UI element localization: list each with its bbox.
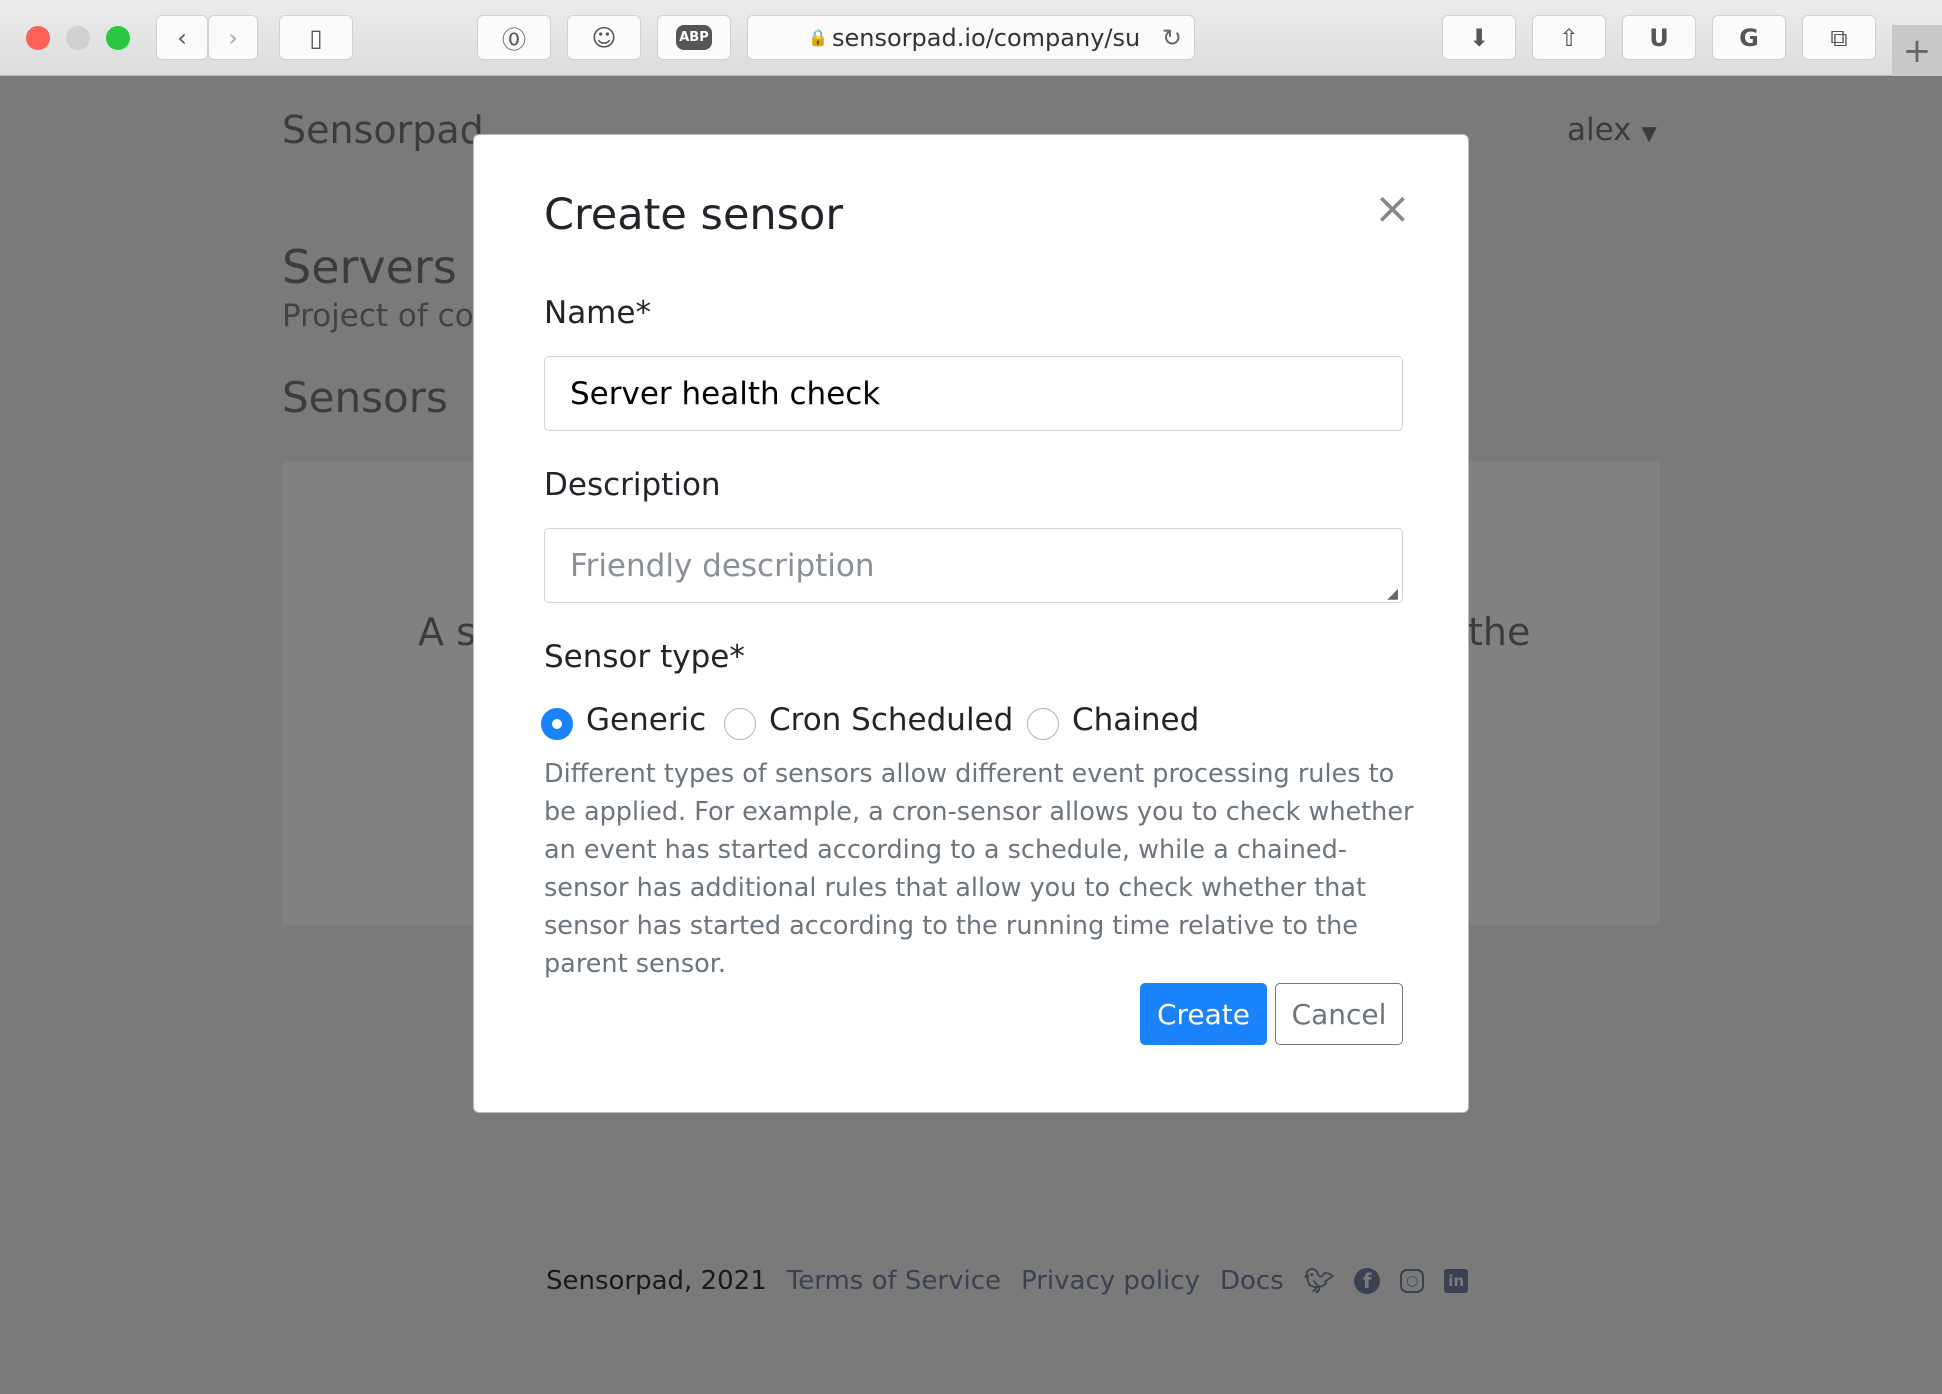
grammarly-extension[interactable]: G xyxy=(1712,15,1786,60)
empty-state-text-left: A s xyxy=(418,610,476,654)
sidebar-button[interactable]: ▯ xyxy=(279,15,353,60)
plus-icon: + xyxy=(1902,30,1932,71)
url-text: sensorpad.io/company/su xyxy=(832,23,1141,52)
page-subtitle: Project of con xyxy=(282,298,494,334)
description-label: Description xyxy=(544,467,721,503)
sensor-type-label: Sensor type* xyxy=(544,639,745,675)
instagram-icon[interactable]: ○ xyxy=(1400,1269,1425,1293)
share-button[interactable]: ⇧ xyxy=(1532,15,1606,60)
linkedin-icon[interactable]: in xyxy=(1444,1269,1469,1293)
abp-icon: ABP xyxy=(676,25,712,50)
chevron-right-icon: › xyxy=(228,23,238,52)
terms-link[interactable]: Terms of Service xyxy=(787,1266,1001,1296)
section-title: Sensors xyxy=(282,373,448,422)
radio-generic-label[interactable]: Generic xyxy=(586,702,706,738)
resize-handle-icon[interactable]: ◢ xyxy=(1387,586,1398,602)
browser-toolbar: ‹ › ▯ ⓪ ☺ ABP 🔒 sensorpad.io/company/su … xyxy=(0,0,1942,76)
reload-icon[interactable]: ↻ xyxy=(1162,24,1182,52)
tabs-overview-button[interactable]: ⧉ xyxy=(1802,15,1876,60)
create-sensor-modal: Create sensor × Name* Server health chec… xyxy=(473,134,1469,1113)
minimize-window-button[interactable] xyxy=(66,26,90,50)
new-tab-button[interactable]: + xyxy=(1892,25,1942,76)
tabs-icon: ⧉ xyxy=(1830,23,1848,52)
close-icon: × xyxy=(1374,183,1411,234)
twitter-icon[interactable]: 🐦︎ xyxy=(1304,1267,1334,1295)
docs-link[interactable]: Docs xyxy=(1220,1266,1284,1296)
privacy-link[interactable]: Privacy policy xyxy=(1021,1266,1200,1296)
facebook-icon[interactable]: f xyxy=(1354,1268,1381,1294)
lock-icon: 🔒 xyxy=(808,28,828,47)
adblock-extension[interactable]: ABP xyxy=(657,15,731,60)
page-title: Servers xyxy=(282,240,457,294)
name-input-value: Server health check xyxy=(570,375,881,412)
ghost-icon: ☺ xyxy=(591,23,617,52)
modal-title: Create sensor xyxy=(544,190,844,240)
1password-icon: ⓪ xyxy=(502,26,526,54)
empty-state-text-right: the xyxy=(1468,610,1531,654)
radio-cron-scheduled[interactable] xyxy=(724,708,756,740)
user-menu[interactable]: alex ▼ xyxy=(1567,112,1657,148)
brand-logo[interactable]: Sensorpad xyxy=(282,108,484,152)
close-button[interactable]: × xyxy=(1374,183,1411,234)
sidebar-icon: ▯ xyxy=(309,23,323,52)
grammarly-icon: G xyxy=(1739,23,1759,52)
back-button[interactable]: ‹ xyxy=(156,15,208,60)
ublock-icon: U xyxy=(1649,23,1669,52)
close-window-button[interactable] xyxy=(26,26,50,50)
1password-extension[interactable]: ⓪ xyxy=(477,15,551,60)
radio-chained[interactable] xyxy=(1027,708,1059,740)
forward-button[interactable]: › xyxy=(208,15,258,60)
name-input[interactable]: Server health check xyxy=(544,356,1403,431)
create-button[interactable]: Create xyxy=(1140,983,1267,1045)
ghostery-extension[interactable]: ☺ xyxy=(567,15,641,60)
maximize-window-button[interactable] xyxy=(106,26,130,50)
share-icon: ⇧ xyxy=(1558,23,1580,52)
download-icon: ⬇ xyxy=(1468,23,1490,52)
user-name: alex xyxy=(1567,112,1632,148)
radio-cron-scheduled-label[interactable]: Cron Scheduled xyxy=(769,702,1013,738)
sensor-type-help: Different types of sensors allow differe… xyxy=(544,759,1414,979)
address-bar[interactable]: 🔒 sensorpad.io/company/su ↻ xyxy=(747,15,1195,60)
footer-copyright: Sensorpad, 2021 xyxy=(546,1266,767,1296)
chevron-left-icon: ‹ xyxy=(177,23,187,52)
radio-generic[interactable] xyxy=(541,708,573,740)
caret-down-icon: ▼ xyxy=(1641,121,1657,145)
name-label: Name* xyxy=(544,295,651,331)
cancel-button[interactable]: Cancel xyxy=(1275,983,1403,1045)
ublock-extension[interactable]: U xyxy=(1622,15,1696,60)
downloads-button[interactable]: ⬇ xyxy=(1442,15,1516,60)
description-placeholder: Friendly description xyxy=(570,547,875,584)
footer: Sensorpad, 2021 Terms of Service Privacy… xyxy=(546,1266,1469,1296)
description-textarea[interactable]: Friendly description ◢ xyxy=(544,528,1403,603)
radio-chained-label[interactable]: Chained xyxy=(1072,702,1199,738)
